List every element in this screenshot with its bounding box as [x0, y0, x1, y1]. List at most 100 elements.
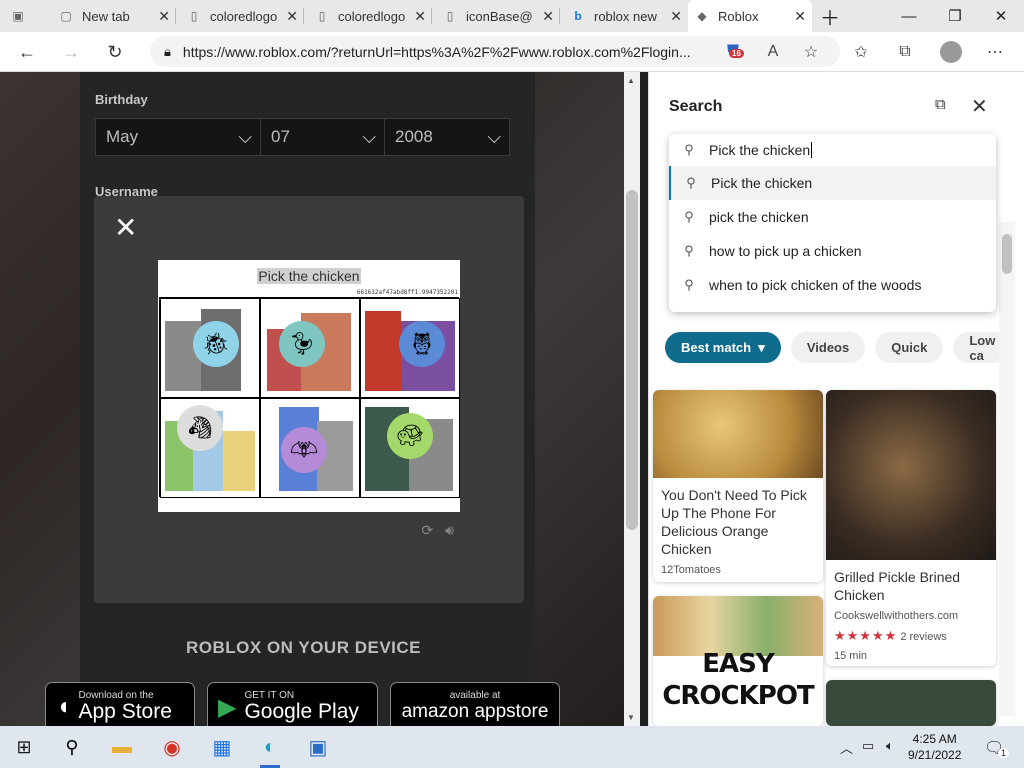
file-explorer-button[interactable]: ▬	[98, 726, 146, 768]
chevron-up-icon[interactable]: ︿	[840, 738, 853, 757]
tab-actions-icon: ▣	[12, 9, 24, 23]
close-window-button[interactable]: ✕	[978, 0, 1024, 32]
open-in-tab-icon[interactable]: ⧉	[935, 96, 946, 113]
month-select[interactable]: May ⌵	[95, 118, 261, 156]
recipe-card[interactable]: EASY CROCKPOT	[653, 596, 823, 726]
address-toolbar: ← → ↻ 🔒︎ https://www.roblox.com/?returnU…	[0, 32, 1024, 72]
forward-button[interactable]: →	[56, 38, 86, 66]
close-icon[interactable]: ✕	[971, 94, 988, 119]
roblox-page: Birthday May ⌵ 07 ⌵ 2008 ⌵ Username ✕ Pi…	[0, 72, 624, 726]
suggestion-item[interactable]: ⚲ when to pick chicken of the woods	[669, 268, 996, 302]
new-tab-icon: ▢	[60, 9, 72, 23]
captcha-prompt: Pick the chicken	[257, 268, 361, 284]
search-button[interactable]: ⚲	[48, 726, 96, 768]
captcha-tile-owl[interactable]: 🦉︎	[360, 298, 460, 398]
store-icon: ▣	[308, 736, 328, 759]
store-button[interactable]: ▣	[294, 726, 342, 768]
favorites-icon: ✩	[854, 44, 868, 61]
page-scrollbar[interactable]: ▲ ▼	[624, 72, 640, 726]
filter-best-match[interactable]: Best match ▾	[665, 332, 781, 363]
amazon-appstore-badge[interactable]: available at amazon appstore	[390, 682, 560, 726]
app-store-badge[interactable]: ◖ Download on the App Store	[45, 682, 195, 726]
refresh-icon[interactable]: ⟳	[422, 522, 434, 538]
close-tab-icon[interactable]: ✕	[542, 8, 554, 25]
ladybug-icon: 🐞︎	[193, 321, 239, 367]
scroll-up-icon[interactable]: ▲	[627, 76, 635, 85]
chevron-down-icon: ⌵	[487, 127, 501, 147]
settings-menu-button[interactable]: ⋯	[980, 38, 1010, 66]
captcha-controls: ⟳ 🔊︎	[422, 522, 454, 539]
captcha-tile-turtle[interactable]: 🐢︎	[360, 398, 460, 498]
add-favorite-button[interactable]: ☆	[796, 38, 826, 66]
play-icon: ▶	[218, 693, 237, 721]
close-tab-icon[interactable]: ✕	[794, 8, 806, 25]
windows-app-button[interactable]: ▦	[198, 726, 246, 768]
roblox-icon: ◆	[697, 9, 707, 23]
tracking-prevention-button[interactable]: ⛊ 16	[718, 38, 748, 66]
profile-button[interactable]	[936, 38, 966, 66]
close-icon[interactable]: ✕	[114, 214, 137, 242]
tab-actions-button[interactable]: ▣	[4, 0, 44, 32]
year-select[interactable]: 2008 ⌵	[384, 118, 510, 156]
captcha-tile-duck[interactable]: 🦆︎	[260, 298, 360, 398]
suggestion-item[interactable]: ⚲ Pick the chicken	[669, 166, 996, 200]
device-title: ROBLOX ON YOUR DEVICE	[186, 638, 421, 657]
scroll-thumb[interactable]	[1002, 234, 1012, 274]
edge-icon: ◐	[263, 735, 277, 758]
star-add-icon: ☆	[803, 44, 819, 61]
captcha-tile-ladybug[interactable]: 🐞︎	[160, 298, 260, 398]
lock-icon: 🔒︎	[164, 43, 171, 59]
tab-new-tab[interactable]: ▢ New tab ✕	[52, 0, 176, 32]
filter-videos[interactable]: Videos	[790, 332, 866, 363]
panel-scrollbar[interactable]	[999, 222, 1015, 716]
search-input[interactable]: ⚲ Pick the chicken	[669, 134, 996, 166]
new-tab-button[interactable]: ＋	[810, 0, 850, 32]
captcha-tile-zebra[interactable]: 🦓︎	[160, 398, 260, 498]
back-button[interactable]: ←	[12, 38, 42, 66]
recipe-image	[826, 390, 996, 560]
recipe-card[interactable]	[826, 680, 996, 726]
edge-button[interactable]: ◐	[246, 726, 294, 768]
captcha-tile-bat[interactable]: 🦇︎	[260, 398, 360, 498]
duck-icon: 🦆︎	[279, 321, 325, 367]
birthday-label: Birthday	[95, 92, 148, 107]
tab-roblox[interactable]: ◆ Roblox ✕	[688, 0, 812, 32]
search-icon: ⚲	[684, 243, 694, 258]
clock[interactable]: 4:25 AM 9/21/2022	[908, 731, 961, 763]
read-aloud-button[interactable]: A	[758, 38, 788, 66]
tab-iconbase[interactable]: ▯ iconBase@ ✕	[436, 0, 560, 32]
tab-coloredlogo-1[interactable]: ▯ coloredlogo ✕	[180, 0, 304, 32]
recipe-card[interactable]: You Don't Need To Pick Up The Phone For …	[653, 390, 823, 582]
google-play-badge[interactable]: ▶ GET IT ON Google Play	[207, 682, 378, 726]
favorites-button[interactable]: ✩	[846, 38, 876, 66]
scroll-thumb[interactable]	[626, 190, 638, 530]
search-icon: ⚲	[65, 736, 79, 757]
notification-count: 1	[998, 748, 1010, 758]
close-tab-icon[interactable]: ✕	[286, 8, 298, 25]
close-tab-icon[interactable]: ✕	[670, 8, 682, 25]
zebra-icon: 🦓︎	[177, 405, 223, 451]
start-button[interactable]: ⊞	[0, 726, 48, 768]
tab-coloredlogo-2[interactable]: ▯ coloredlogo ✕	[308, 0, 432, 32]
volume-icon[interactable]: 🔈︎	[886, 738, 894, 754]
tab-roblox-new[interactable]: b roblox new ✕	[564, 0, 688, 32]
filter-quick[interactable]: Quick	[875, 332, 944, 363]
network-icon[interactable]: ▭	[862, 738, 874, 754]
captcha-id: 661632af47abd8ff1.9947352201	[356, 289, 458, 296]
suggestion-item[interactable]: ⚲ pick the chicken	[669, 200, 996, 234]
restore-button[interactable]: ❐	[932, 0, 978, 32]
recipe-card[interactable]: Grilled Pickle Brined Chicken Cookswellw…	[826, 390, 996, 666]
search-icon: ⚲	[686, 175, 696, 190]
search-icon: ⚲	[684, 142, 694, 157]
minimize-button[interactable]: —	[886, 0, 932, 32]
collections-button[interactable]: ⧉	[890, 38, 920, 66]
suggestion-item[interactable]: ⚲ how to pick up a chicken	[669, 234, 996, 268]
refresh-button[interactable]: ↻	[100, 38, 130, 66]
day-select[interactable]: 07 ⌵	[260, 118, 385, 156]
chrome-button[interactable]: ◉	[148, 726, 196, 768]
scroll-down-icon[interactable]: ▼	[627, 713, 635, 722]
close-tab-icon[interactable]: ✕	[158, 8, 170, 25]
audio-icon[interactable]: 🔊︎	[445, 522, 454, 538]
page-icon: ▯	[190, 9, 198, 23]
close-tab-icon[interactable]: ✕	[414, 8, 426, 25]
